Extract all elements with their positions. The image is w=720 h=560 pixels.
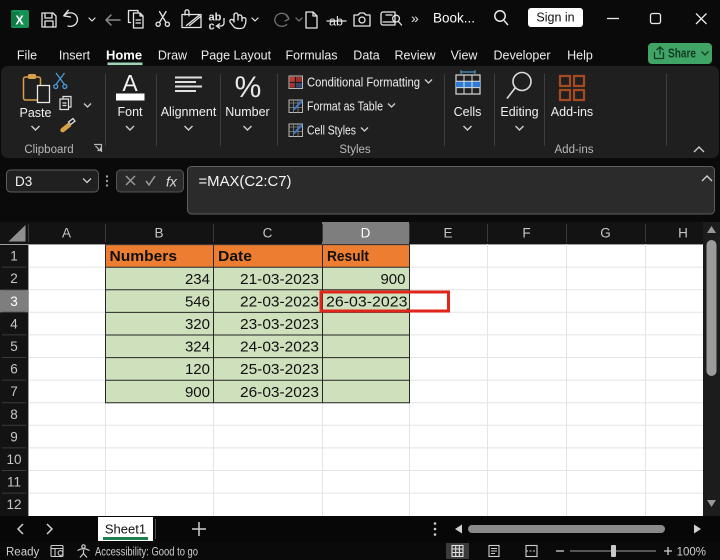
svg-text:Date: Date [218, 249, 252, 265]
svg-text:9: 9 [10, 429, 18, 444]
svg-text:11: 11 [7, 475, 21, 490]
svg-text:24-03-2023: 24-03-2023 [240, 339, 319, 356]
svg-text:234: 234 [185, 271, 210, 288]
svg-text:Home: Home [106, 48, 142, 63]
svg-text:22-03-2023: 22-03-2023 [240, 293, 319, 310]
svg-text:25-03-2023: 25-03-2023 [240, 361, 319, 378]
svg-text:324: 324 [185, 339, 210, 356]
svg-text:6: 6 [10, 362, 18, 377]
svg-text:ab: ab [329, 15, 343, 29]
svg-text:546: 546 [185, 293, 210, 310]
svg-text:Sign in: Sign in [536, 11, 574, 25]
svg-text:A: A [122, 70, 138, 96]
svg-text:Clipboard: Clipboard [24, 144, 73, 156]
svg-text:X: X [15, 14, 24, 28]
svg-text:26-03-2023: 26-03-2023 [240, 384, 319, 401]
svg-text:26-03-2023: 26-03-2023 [326, 293, 408, 310]
svg-text:8: 8 [10, 407, 18, 422]
svg-text:F: F [522, 226, 530, 241]
svg-text:Numbers: Numbers [110, 249, 178, 265]
svg-text:Data: Data [353, 49, 379, 63]
svg-text:Editing: Editing [500, 105, 538, 119]
svg-text:=MAX(C2:C7): =MAX(C2:C7) [199, 174, 292, 190]
svg-text:c: c [209, 21, 215, 33]
svg-text:File: File [17, 49, 37, 63]
svg-text:Formulas: Formulas [285, 49, 337, 63]
svg-text:%: % [235, 71, 262, 104]
svg-text:Number: Number [225, 105, 269, 119]
svg-text:3: 3 [10, 294, 18, 309]
svg-text:View: View [451, 49, 479, 63]
svg-text:120: 120 [185, 361, 210, 378]
svg-text:Review: Review [395, 49, 437, 63]
svg-text:5: 5 [10, 339, 18, 354]
svg-text:Font: Font [117, 105, 143, 119]
svg-text:Cell Styles: Cell Styles [307, 124, 356, 138]
svg-text:1: 1 [10, 249, 18, 264]
svg-text:A: A [62, 226, 71, 241]
svg-text:D3: D3 [15, 174, 32, 189]
svg-text:Accessibility: Good to go: Accessibility: Good to go [95, 547, 198, 559]
svg-text:Book...: Book... [433, 11, 475, 26]
svg-text:7: 7 [10, 384, 18, 399]
svg-text:4: 4 [10, 316, 18, 331]
svg-text:H: H [678, 226, 688, 241]
svg-text:Paste: Paste [20, 106, 52, 120]
svg-text:12: 12 [6, 497, 21, 512]
svg-text:Conditional Formatting: Conditional Formatting [307, 76, 420, 90]
svg-text:Alignment: Alignment [161, 105, 217, 119]
svg-text:Sheet1: Sheet1 [105, 522, 146, 537]
svg-text:Draw: Draw [158, 49, 188, 63]
svg-text:Insert: Insert [59, 49, 91, 63]
svg-text:Format as Table: Format as Table [307, 100, 383, 114]
svg-text:10: 10 [6, 452, 21, 467]
svg-text:Share: Share [668, 47, 696, 61]
svg-text:Add-ins: Add-ins [555, 144, 594, 156]
svg-text:D: D [361, 226, 371, 241]
svg-text:21-03-2023: 21-03-2023 [240, 271, 319, 288]
svg-text:Add-ins: Add-ins [551, 105, 593, 119]
svg-text:Cells: Cells [454, 105, 482, 119]
svg-text:900: 900 [380, 271, 405, 288]
svg-text:E: E [443, 226, 452, 241]
svg-text:100%: 100% [677, 547, 706, 559]
svg-text:fx: fx [166, 174, 178, 190]
svg-text:Result: Result [327, 249, 369, 265]
svg-text:320: 320 [185, 316, 210, 333]
svg-text:»: » [411, 10, 419, 26]
svg-text:Help: Help [567, 49, 593, 63]
svg-text:900: 900 [185, 384, 210, 401]
svg-text:Page Layout: Page Layout [201, 49, 272, 63]
svg-text:B: B [154, 226, 163, 241]
svg-text:Ready: Ready [6, 547, 39, 559]
svg-text:G: G [600, 226, 611, 241]
svg-text:Styles: Styles [339, 144, 371, 156]
svg-text:23-03-2023: 23-03-2023 [240, 316, 319, 333]
svg-text:C: C [263, 226, 273, 241]
svg-text:2: 2 [10, 271, 18, 286]
svg-text:Developer: Developer [494, 49, 551, 63]
